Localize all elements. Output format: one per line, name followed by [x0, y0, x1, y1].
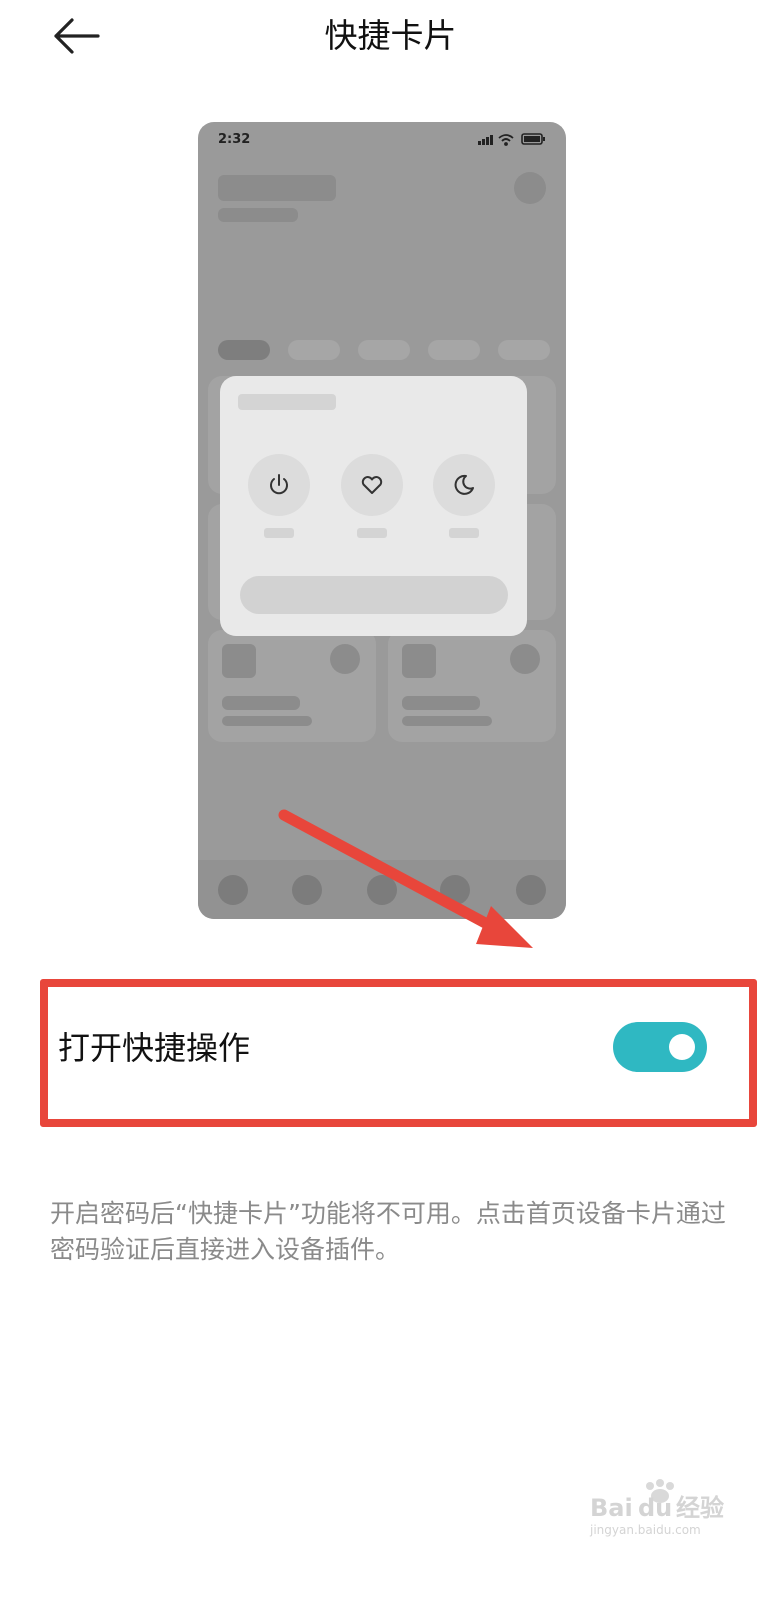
placeholder-tab — [218, 340, 270, 360]
signal-icon — [478, 135, 493, 145]
power-icon — [270, 474, 288, 495]
toggle-knob — [669, 1034, 695, 1060]
placeholder-device-tile — [208, 630, 376, 742]
placeholder-tab — [358, 340, 410, 360]
placeholder-dock-icon — [218, 875, 248, 905]
placeholder-subtitle — [218, 208, 298, 222]
battery-icon — [521, 133, 545, 145]
baidu-jingyan-watermark: Bai du 经验 jingyan.baidu.com — [580, 1478, 760, 1538]
quick-action-toggle[interactable] — [613, 1022, 707, 1072]
quick-action-night — [433, 454, 495, 516]
placeholder-action-label — [449, 528, 479, 538]
placeholder-tab — [428, 340, 480, 360]
status-icons — [478, 133, 545, 146]
placeholder-card-bar — [240, 576, 508, 614]
wifi-icon — [498, 134, 514, 146]
phone-preview-image: 2:32 — [198, 122, 566, 919]
quick-action-favorite — [341, 454, 403, 516]
watermark-url: jingyan.baidu.com — [589, 1523, 701, 1537]
svg-text:经验: 经验 — [676, 1494, 724, 1522]
quick-action-power — [248, 454, 310, 516]
placeholder-dock-icon — [516, 875, 546, 905]
page-title: 快捷卡片 — [324, 16, 457, 55]
status-time: 2:32 — [218, 132, 251, 147]
placeholder-dock-icon — [440, 875, 470, 905]
svg-text:du: du — [638, 1494, 672, 1522]
svg-text:Bai: Bai — [590, 1494, 633, 1522]
moon-icon — [454, 474, 474, 495]
placeholder-dock-icon — [367, 875, 397, 905]
quick-action-setting-label: 打开快捷操作 — [58, 1029, 251, 1067]
placeholder-tab — [498, 340, 550, 360]
placeholder-dock-icon — [292, 875, 322, 905]
setting-description: 开启密码后“快捷卡片”功能将不可用。点击首页设备卡片通过密码验证后直接进入设备插… — [50, 1199, 726, 1264]
placeholder-action-label — [357, 528, 387, 538]
placeholder-action-label — [264, 528, 294, 538]
placeholder-title — [218, 175, 336, 201]
placeholder-card-title — [238, 394, 336, 410]
quick-card-preview — [220, 376, 527, 636]
placeholder-tab — [288, 340, 340, 360]
heart-icon — [361, 476, 383, 494]
placeholder-device-tile — [388, 630, 556, 742]
placeholder-avatar — [514, 172, 546, 204]
